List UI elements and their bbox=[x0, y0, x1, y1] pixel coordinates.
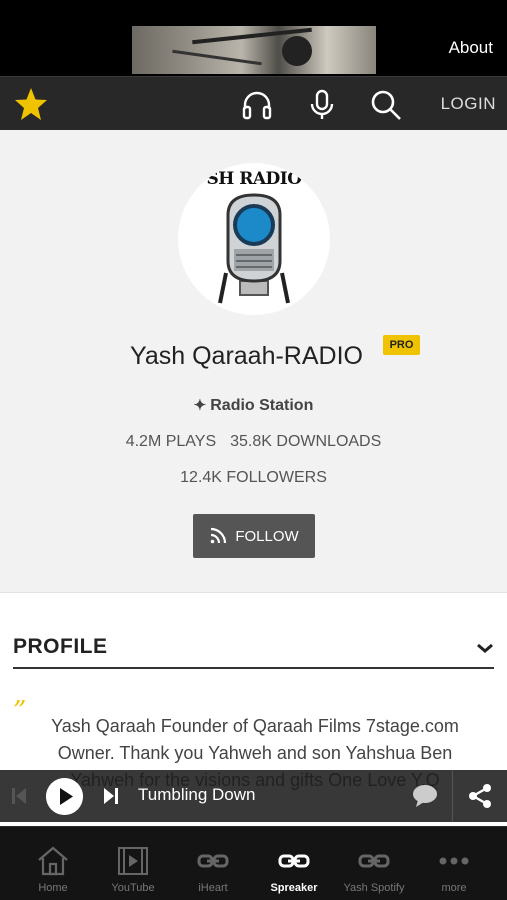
profile-heading: PROFILE bbox=[13, 635, 108, 658]
video-icon bbox=[118, 847, 148, 875]
tab-yash-spotify[interactable]: Yash Spotify bbox=[334, 827, 414, 900]
player-bar: Tumbling Down bbox=[0, 770, 507, 822]
tab-more[interactable]: more bbox=[414, 827, 494, 900]
link-icon bbox=[358, 854, 390, 868]
pro-badge: PRO bbox=[383, 335, 420, 355]
previous-track-icon[interactable] bbox=[12, 787, 26, 805]
search-icon[interactable] bbox=[370, 89, 402, 121]
follow-label: FOLLOW bbox=[235, 527, 299, 545]
chevron-down-icon[interactable] bbox=[476, 639, 494, 657]
microphone-logo-icon bbox=[218, 193, 290, 304]
track-title: Tumbling Down bbox=[138, 785, 256, 804]
share-icon[interactable] bbox=[467, 783, 493, 809]
headphones-icon[interactable] bbox=[241, 89, 273, 121]
banner-photo bbox=[132, 26, 376, 74]
follow-button[interactable]: FOLLOW bbox=[193, 514, 315, 558]
star-small-icon: ✦ bbox=[193, 397, 207, 414]
quote-icon: ” bbox=[13, 696, 27, 726]
plays-count: 4.2M PLAYS bbox=[125, 433, 217, 450]
station-name: Yash Qaraah-RADIO bbox=[130, 342, 363, 370]
category-label: Radio Station bbox=[210, 397, 314, 414]
tab-label: YouTube bbox=[111, 882, 155, 894]
tab-label: Spreaker bbox=[270, 882, 318, 894]
followers-count: 12.4K FOLLOWERS bbox=[180, 469, 327, 486]
station-avatar: SH RADIO bbox=[178, 163, 330, 315]
downloads-count: 35.8K DOWNLOADS bbox=[230, 433, 382, 450]
top-banner: About bbox=[0, 0, 507, 76]
home-icon bbox=[38, 846, 68, 876]
rss-icon bbox=[211, 527, 227, 544]
player-divider bbox=[452, 770, 453, 822]
microphone-icon[interactable] bbox=[306, 89, 338, 121]
top-navbar: LOGIN bbox=[0, 76, 507, 130]
tab-label: Home bbox=[38, 882, 68, 894]
next-track-icon[interactable] bbox=[104, 787, 118, 805]
station-header: SH RADIO Yash Qaraah-RADIO PRO ✦ Radio St… bbox=[0, 130, 507, 592]
stats-row: 4.2M PLAYS 35.8K DOWNLOADS bbox=[0, 433, 507, 451]
profile-divider bbox=[13, 667, 494, 669]
comment-icon[interactable] bbox=[412, 784, 438, 808]
star-logo-icon[interactable] bbox=[14, 87, 48, 121]
bottom-tab-bar: Home YouTube iHeart Spreaker Yash Spotif… bbox=[0, 826, 507, 900]
more-icon bbox=[439, 857, 469, 865]
tab-spreaker[interactable]: Spreaker bbox=[254, 827, 334, 900]
link-icon bbox=[278, 854, 310, 868]
tab-label: Yash Spotify bbox=[343, 882, 405, 894]
tab-label: more bbox=[441, 882, 467, 894]
login-link[interactable]: LOGIN bbox=[441, 94, 496, 114]
tab-youtube[interactable]: YouTube bbox=[93, 827, 173, 900]
about-link[interactable]: About bbox=[449, 38, 493, 58]
station-title: Yash Qaraah-RADIO bbox=[0, 342, 507, 371]
tab-label: iHeart bbox=[198, 882, 228, 894]
play-button[interactable] bbox=[46, 778, 83, 815]
tab-iheart[interactable]: iHeart bbox=[173, 827, 253, 900]
tab-home[interactable]: Home bbox=[13, 827, 93, 900]
link-icon bbox=[197, 854, 229, 868]
station-category: ✦ Radio Station bbox=[0, 396, 507, 415]
